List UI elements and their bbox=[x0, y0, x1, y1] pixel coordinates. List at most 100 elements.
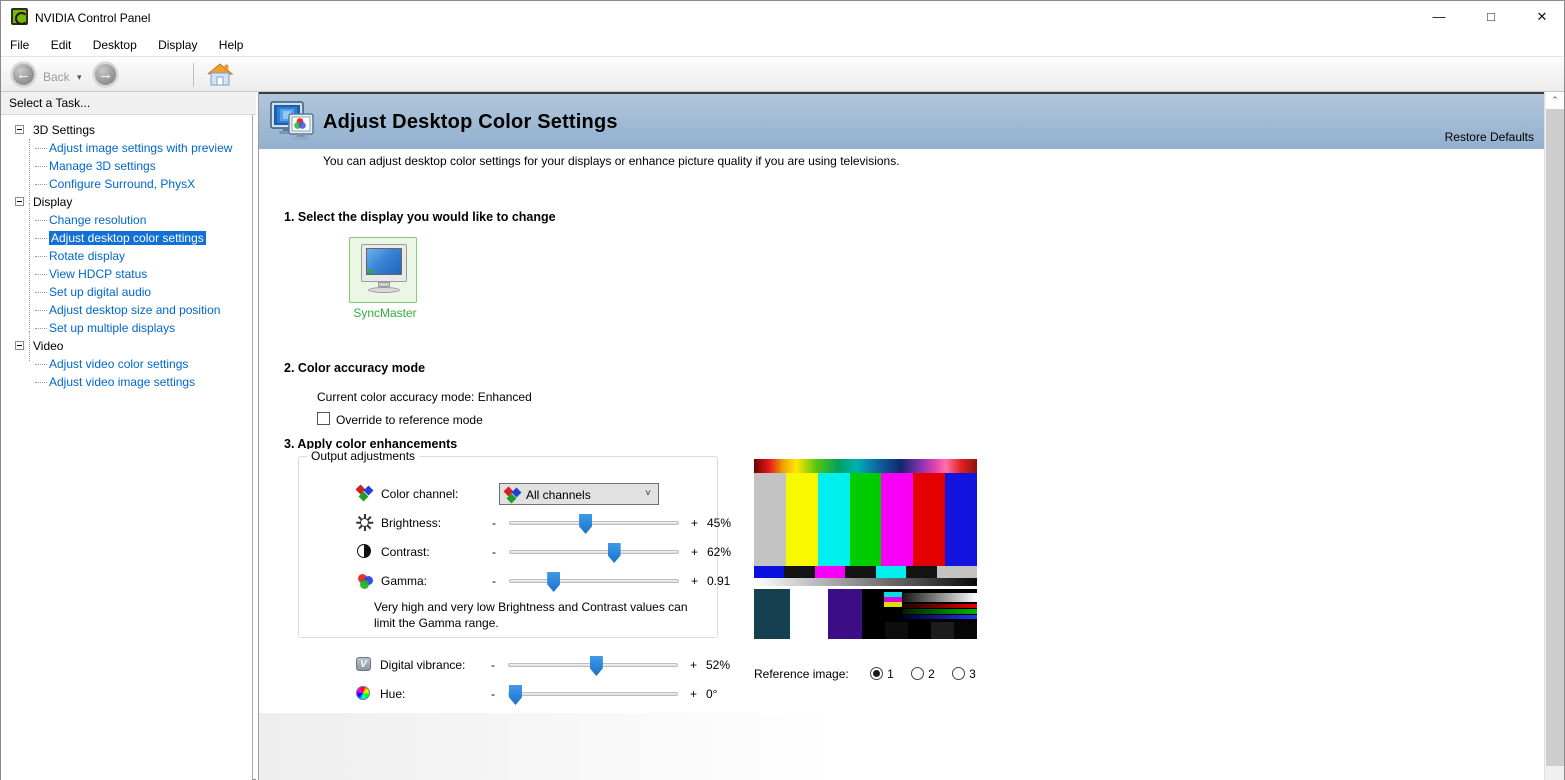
menu-bar: File Edit Desktop Display Help bbox=[1, 33, 1564, 57]
tree-item-view-hdcp-status[interactable]: View HDCP status bbox=[7, 265, 252, 283]
toolbar: ← Back ▾ → bbox=[1, 58, 1564, 92]
color-channel-dropdown[interactable]: All channels ˅ bbox=[499, 483, 659, 505]
monitor-icon bbox=[361, 244, 407, 282]
gamma-slider[interactable] bbox=[509, 579, 679, 583]
pluge-row bbox=[754, 589, 977, 639]
groupbox-label: Output adjustments bbox=[307, 449, 419, 463]
tree-node-display[interactable]: Display bbox=[7, 193, 252, 211]
menu-desktop[interactable]: Desktop bbox=[84, 33, 146, 57]
gamma-slider-thumb[interactable] bbox=[547, 572, 560, 592]
scrollbar-up-icon[interactable]: ⌃ bbox=[1546, 92, 1564, 109]
slider-plus: + bbox=[691, 574, 698, 588]
output-adjustments-groupbox: Output adjustments Color channel: All ch… bbox=[298, 456, 718, 638]
maximize-button[interactable]: □ bbox=[1468, 1, 1514, 33]
contrast-label: Contrast: bbox=[381, 545, 430, 559]
task-tree: 3D Settings Adjust image settings with p… bbox=[1, 115, 252, 391]
digital-vibrance-slider-thumb[interactable] bbox=[590, 656, 603, 676]
slider-plus: + bbox=[690, 658, 697, 672]
back-button[interactable]: ← bbox=[11, 62, 36, 87]
tree-item-configure-surround-physx[interactable]: Configure Surround, PhysX bbox=[7, 175, 252, 193]
reference-test-pattern-image bbox=[754, 459, 977, 639]
hue-slider-thumb[interactable] bbox=[509, 685, 522, 705]
window-title: NVIDIA Control Panel bbox=[35, 11, 150, 25]
menu-file[interactable]: File bbox=[1, 33, 38, 57]
restore-defaults-link[interactable]: Restore Defaults bbox=[1445, 130, 1534, 144]
tree-collapse-icon[interactable] bbox=[15, 125, 24, 134]
tree-item-rotate-display[interactable]: Rotate display bbox=[7, 247, 252, 265]
back-label: Back bbox=[43, 70, 70, 84]
contrast-slider[interactable] bbox=[509, 550, 679, 554]
forward-button[interactable]: → bbox=[93, 62, 118, 87]
color-channel-icon bbox=[357, 486, 373, 502]
brightness-slider-thumb[interactable] bbox=[579, 514, 592, 534]
toolbar-separator bbox=[193, 63, 194, 87]
task-pane-header: Select a Task... bbox=[1, 92, 259, 115]
hue-icon bbox=[356, 686, 372, 702]
color-bars bbox=[754, 473, 977, 566]
digital-vibrance-slider[interactable] bbox=[508, 663, 678, 667]
title-bar: NVIDIA Control Panel — □ ✕ bbox=[1, 1, 1564, 33]
hue-value: 0° bbox=[706, 687, 717, 701]
current-accuracy-mode-text: Current color accuracy mode: Enhanced bbox=[317, 390, 532, 404]
minimize-icon: — bbox=[1433, 9, 1446, 24]
page-header-monitors-icon bbox=[269, 98, 317, 149]
tree-item-adjust-desktop-color-settings[interactable]: Adjust desktop color settings bbox=[7, 229, 252, 247]
chevron-down-icon: ˅ bbox=[645, 488, 651, 499]
tree-item-set-up-digital-audio[interactable]: Set up digital audio bbox=[7, 283, 252, 301]
override-reference-checkbox[interactable] bbox=[317, 412, 330, 425]
menu-help[interactable]: Help bbox=[210, 33, 253, 57]
gamma-value: 0.91 bbox=[707, 574, 730, 588]
section2-heading: 2. Color accuracy mode bbox=[284, 361, 425, 375]
task-tree-panel: 3D Settings Adjust image settings with p… bbox=[1, 115, 253, 780]
tree-node-3d-settings[interactable]: 3D Settings bbox=[7, 121, 252, 139]
tree-collapse-icon[interactable] bbox=[15, 341, 24, 350]
minimize-button[interactable]: — bbox=[1416, 1, 1462, 33]
slider-minus: - bbox=[491, 687, 495, 701]
menu-edit[interactable]: Edit bbox=[42, 33, 81, 57]
tree-item-adjust-video-image-settings[interactable]: Adjust video image settings bbox=[7, 373, 252, 391]
digital-vibrance-icon: V bbox=[356, 657, 372, 673]
grayscale-strip bbox=[754, 578, 977, 586]
menu-display[interactable]: Display bbox=[149, 33, 206, 57]
tree-collapse-icon[interactable] bbox=[15, 197, 24, 206]
brightness-label: Brightness: bbox=[381, 516, 441, 530]
small-color-bars bbox=[754, 566, 977, 578]
reference-radio-3[interactable]: 3 bbox=[952, 667, 976, 681]
back-history-caret[interactable]: ▾ bbox=[77, 72, 82, 83]
main-content: Adjust Desktop Color Settings Restore De… bbox=[259, 92, 1546, 780]
brightness-slider[interactable] bbox=[509, 521, 679, 525]
reference-image-selector: Reference image: 1 2 3 bbox=[754, 667, 990, 681]
slider-plus: + bbox=[691, 545, 698, 559]
forward-icon: → bbox=[98, 66, 113, 83]
hue-slider[interactable] bbox=[508, 692, 678, 696]
slider-minus: - bbox=[491, 658, 495, 672]
slider-plus: + bbox=[690, 687, 697, 701]
tree-item-adjust-video-color-settings[interactable]: Adjust video color settings bbox=[7, 355, 252, 373]
reference-radio-2[interactable]: 2 bbox=[911, 667, 935, 681]
reference-image-label: Reference image: bbox=[754, 667, 849, 681]
home-button[interactable] bbox=[207, 62, 233, 91]
rainbow-strip bbox=[754, 459, 977, 473]
tree-item-adjust-desktop-size-position[interactable]: Adjust desktop size and position bbox=[7, 301, 252, 319]
color-channel-label: Color channel: bbox=[381, 487, 458, 501]
home-icon bbox=[207, 62, 233, 88]
vertical-scrollbar[interactable]: ⌃ bbox=[1544, 92, 1564, 780]
tree-item-manage-3d-settings[interactable]: Manage 3D settings bbox=[7, 157, 252, 175]
back-icon: ← bbox=[16, 66, 31, 83]
tree-item-set-up-multiple-displays[interactable]: Set up multiple displays bbox=[7, 319, 252, 337]
reference-radio-1[interactable]: 1 bbox=[870, 667, 894, 681]
tree-item-change-resolution[interactable]: Change resolution bbox=[7, 211, 252, 229]
contrast-value: 62% bbox=[707, 545, 731, 559]
close-button[interactable]: ✕ bbox=[1519, 1, 1565, 33]
scrollbar-thumb[interactable] bbox=[1546, 109, 1564, 766]
tree-item-adjust-image-settings[interactable]: Adjust image settings with preview bbox=[7, 139, 252, 157]
contrast-slider-thumb[interactable] bbox=[608, 543, 621, 563]
display-name-label: SyncMaster bbox=[315, 306, 455, 320]
tree-node-video[interactable]: Video bbox=[7, 337, 252, 355]
brightness-icon bbox=[357, 515, 373, 531]
close-icon: ✕ bbox=[1537, 9, 1548, 24]
display-tile-syncmaster[interactable] bbox=[349, 237, 417, 303]
slider-minus: - bbox=[492, 574, 496, 588]
brightness-value: 45% bbox=[707, 516, 731, 530]
digital-vibrance-label: Digital vibrance: bbox=[380, 658, 465, 672]
